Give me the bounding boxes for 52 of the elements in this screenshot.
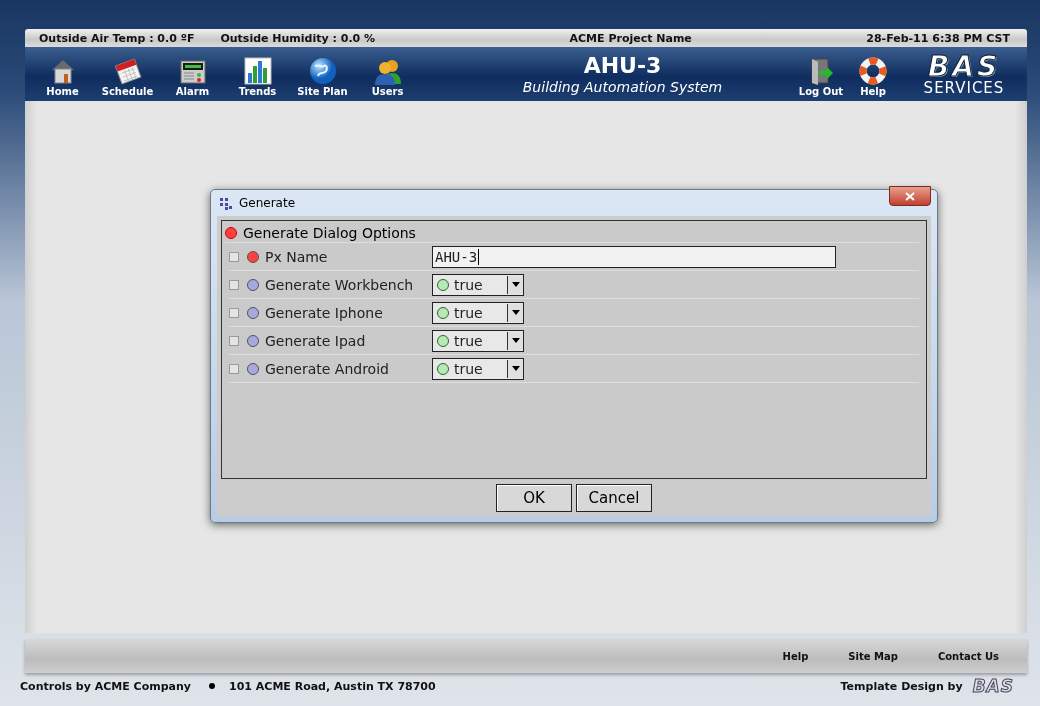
checkbox[interactable] <box>229 307 239 318</box>
group-label: Generate Dialog Options <box>243 224 416 241</box>
date-time: 28-Feb-11 6:38 PM CST <box>866 31 1010 45</box>
px-name-field[interactable]: AHU-3 <box>432 245 836 268</box>
lifebuoy-icon <box>859 57 887 85</box>
dropdown[interactable]: true <box>432 357 524 380</box>
dialog-button[interactable]: OK <box>496 484 572 512</box>
globe-icon <box>308 57 337 85</box>
checkbox[interactable] <box>229 251 239 262</box>
checkbox[interactable] <box>229 335 239 346</box>
page-subtitle: Building Automation System <box>522 79 723 95</box>
option-label: Generate Android <box>265 360 390 377</box>
checkbox[interactable] <box>229 363 239 374</box>
option-label: Px Name <box>265 248 329 265</box>
nav-link[interactable]: Users <box>355 47 420 101</box>
close-icon <box>905 191 915 201</box>
checkbox[interactable] <box>229 279 239 290</box>
dropdown[interactable]: true <box>432 301 524 324</box>
alarm-panel-icon <box>178 59 207 85</box>
logo-subtext: SERVICES <box>923 80 1005 96</box>
footer-link[interactable]: Site Map <box>848 650 898 662</box>
dropdown[interactable]: true <box>432 329 524 352</box>
close-button[interactable] <box>889 186 931 206</box>
credit-text: Template Design by <box>840 679 963 693</box>
outside-air-temp: Outside Air Temp : 0.0 ºF <box>39 31 195 45</box>
nav-link[interactable]: Log Out <box>795 47 847 101</box>
nav-link[interactable]: Home <box>30 47 95 101</box>
credit-logo: BAS <box>972 676 1014 696</box>
bar-chart-icon <box>243 57 272 85</box>
door-exit-icon <box>808 57 834 85</box>
project-name: ACME Project Name <box>568 31 693 45</box>
users-icon <box>372 57 403 85</box>
grid-dialog-icon <box>219 196 233 210</box>
logo-text: BAS <box>927 52 1001 81</box>
outside-humidity: Outside Humidity : 0.0 % <box>220 31 376 45</box>
address-text: 101 ACME Road, Austin TX 78700 <box>229 679 436 693</box>
dropdown[interactable]: true <box>432 273 524 296</box>
option-label: Generate Iphone <box>265 304 384 321</box>
dialog-title: Generate <box>239 196 296 210</box>
option-label: Generate Workbench <box>265 276 415 293</box>
footer-link[interactable]: Contact Us <box>937 650 999 662</box>
nav-link[interactable]: Help <box>847 47 899 101</box>
nav-link[interactable]: Alarm <box>160 47 225 101</box>
option-label: Generate Ipad <box>265 332 367 349</box>
nav-link[interactable]: Site Plan <box>290 47 355 101</box>
dialog-button[interactable]: Cancel <box>576 484 652 512</box>
footer-link[interactable]: Help <box>782 650 809 662</box>
nav-link[interactable]: Schedule <box>95 47 160 101</box>
nav-link[interactable]: Trends <box>225 47 290 101</box>
company-text: Controls by ACME Company <box>20 679 191 693</box>
page-title: AHU-3 <box>583 53 662 79</box>
bullet-icon <box>209 683 215 689</box>
